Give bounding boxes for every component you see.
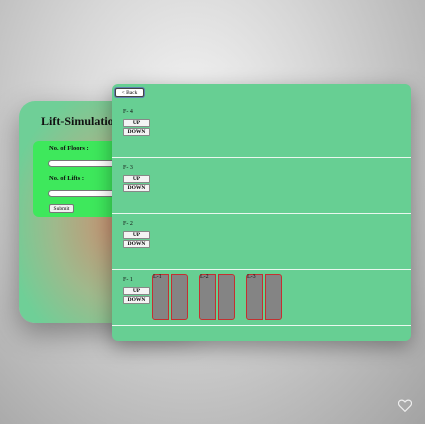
lift-door-right xyxy=(265,274,282,320)
lift-1: L-1 xyxy=(152,274,190,320)
lift-3: L-3 xyxy=(246,274,284,320)
lift-label: L-1 xyxy=(153,274,162,280)
up-button[interactable]: UP xyxy=(123,119,150,127)
lift-door-right xyxy=(218,274,235,320)
submit-button[interactable]: Submit xyxy=(49,204,74,213)
back-button[interactable]: < Back xyxy=(115,88,144,97)
down-button[interactable]: DOWN xyxy=(123,184,150,192)
floor-4: F- 4 UP DOWN xyxy=(112,102,411,158)
floor-3: F- 3 UP DOWN xyxy=(112,158,411,214)
floor-label: F- 4 xyxy=(123,109,133,115)
down-button[interactable]: DOWN xyxy=(123,240,150,248)
lift-door-left xyxy=(246,274,263,320)
lift-door-left xyxy=(199,274,216,320)
lift-door-right xyxy=(171,274,188,320)
lift-label: L-2 xyxy=(200,274,209,280)
lift-2: L-2 xyxy=(199,274,237,320)
floor-1: F- 1 UP DOWN L-1 L-2 L-3 xyxy=(112,270,411,326)
simulation-panel: < Back F- 4 UP DOWN F- 3 UP DOWN F- 2 UP… xyxy=(112,84,411,341)
floor-2: F- 2 UP DOWN xyxy=(112,214,411,270)
lift-door-left xyxy=(152,274,169,320)
down-button[interactable]: DOWN xyxy=(123,296,150,304)
lift-label: L-3 xyxy=(247,274,256,280)
up-button[interactable]: UP xyxy=(123,175,150,183)
down-button[interactable]: DOWN xyxy=(123,128,150,136)
up-button[interactable]: UP xyxy=(123,231,150,239)
floor-label: F- 2 xyxy=(123,221,133,227)
app-title: Lift-Simulation xyxy=(41,114,121,128)
floor-divider xyxy=(112,325,411,326)
floor-label: F- 3 xyxy=(123,165,133,171)
up-button[interactable]: UP xyxy=(123,287,150,295)
floor-label: F- 1 xyxy=(123,277,133,283)
lifts-label: No. of Lifts : xyxy=(49,175,85,182)
floors-label: No. of Floors : xyxy=(49,145,89,152)
heart-icon[interactable] xyxy=(397,399,413,413)
